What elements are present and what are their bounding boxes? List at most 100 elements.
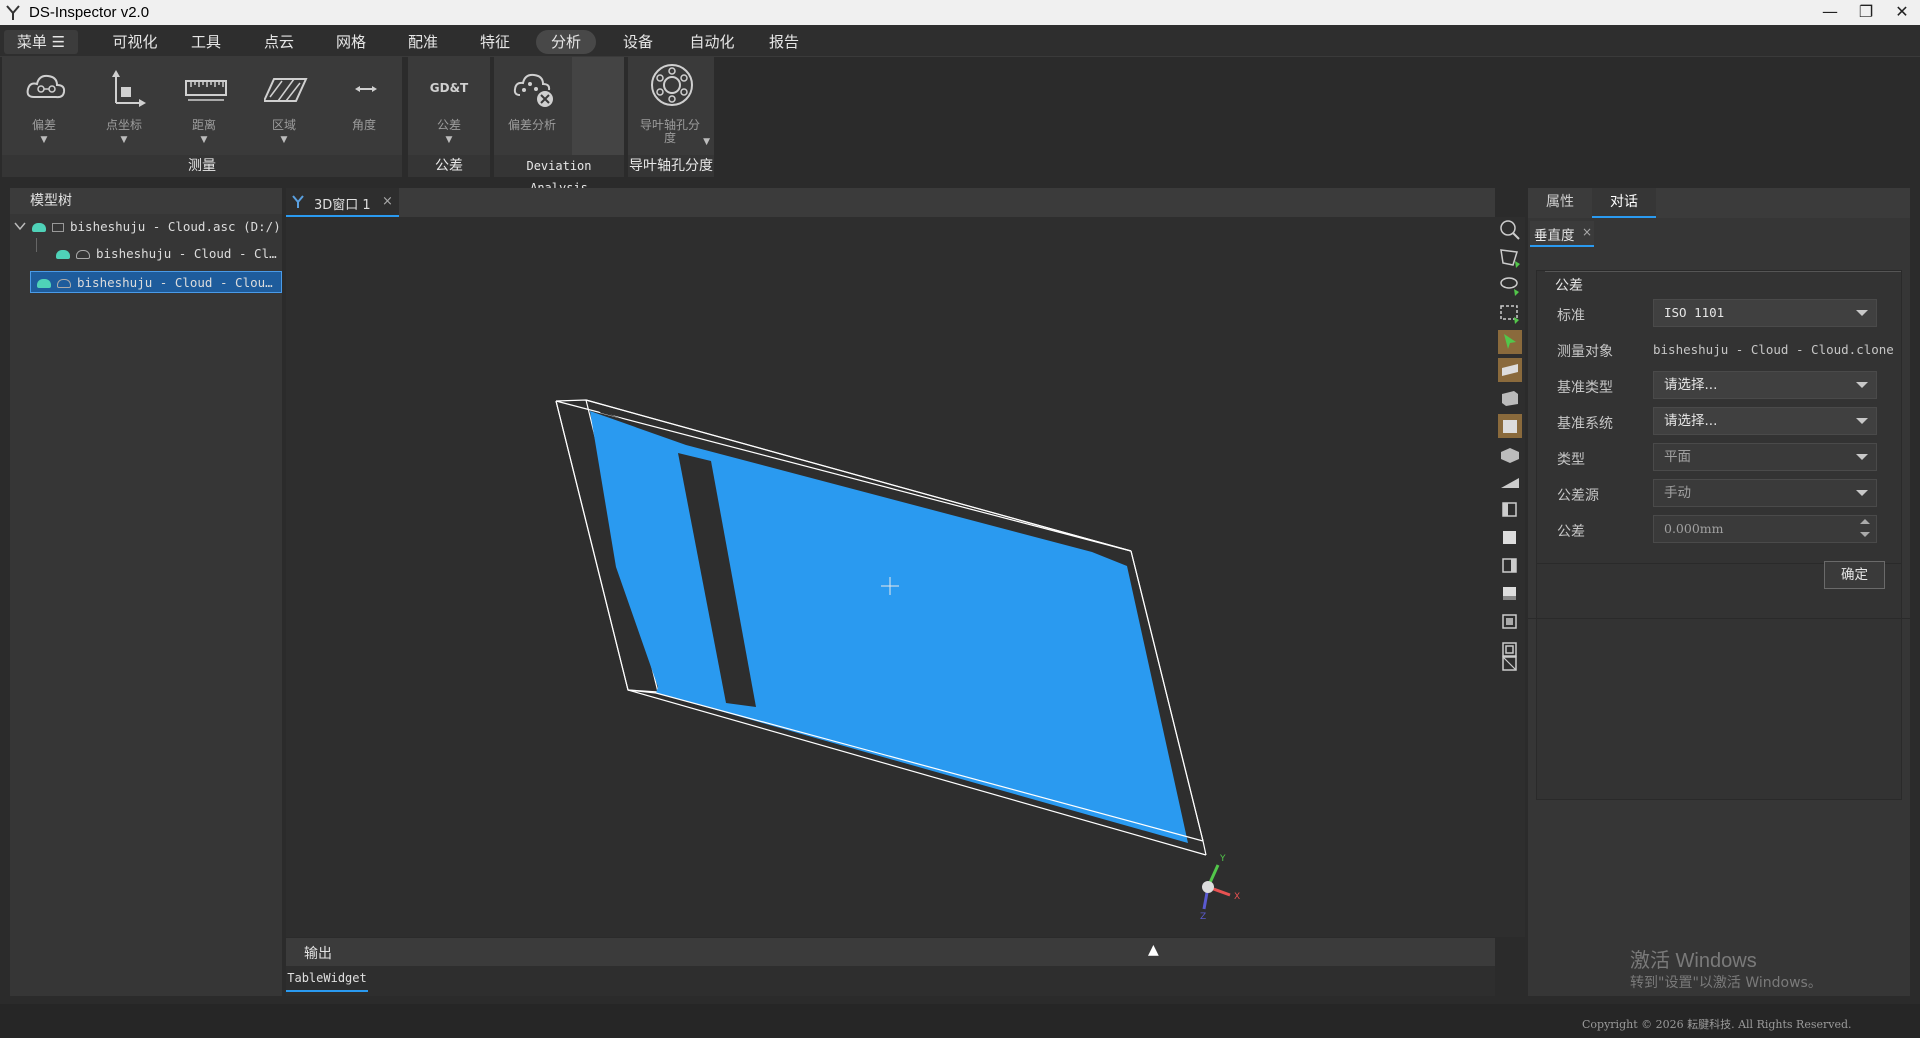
- menu-visualization[interactable]: 可视化: [105, 30, 165, 54]
- view-back-icon[interactable]: [1498, 554, 1522, 578]
- menu-registration[interactable]: 配准: [393, 30, 453, 54]
- ruler-icon: [185, 80, 227, 101]
- guide-vane-button[interactable]: 导叶轴孔分度 ▼: [632, 59, 710, 151]
- pointer-tool[interactable]: [1498, 330, 1522, 354]
- chevron-down-icon: [1856, 382, 1868, 388]
- view-wire-icon[interactable]: [1498, 610, 1522, 634]
- visibility-cloud-icon[interactable]: [32, 223, 46, 232]
- tree-item-child-2[interactable]: bisheshuju - Cloud - Clou…: [30, 271, 282, 293]
- tolerance-spinbox[interactable]: 0.000mm: [1653, 515, 1877, 543]
- tolerance-source-combo[interactable]: 手动: [1653, 479, 1877, 507]
- zoom-icon[interactable]: [1498, 218, 1522, 242]
- area-icon: [264, 78, 308, 102]
- ribbon-group-guide-vane: 导叶轴孔分度 ▼ 导叶轴孔分度: [628, 57, 714, 177]
- axis-gizmo[interactable]: Y X Z: [1200, 854, 1240, 922]
- distance-button[interactable]: 距离 ▼: [166, 59, 242, 151]
- tab-properties[interactable]: 属性: [1528, 188, 1592, 218]
- standard-combo[interactable]: ISO 1101: [1653, 299, 1877, 327]
- expand-up-icon[interactable]: ▲: [1148, 942, 1159, 958]
- view-iso-icon[interactable]: [1498, 442, 1522, 466]
- restore-button[interactable]: ❐: [1848, 0, 1884, 25]
- type-combo[interactable]: 平面: [1653, 443, 1877, 471]
- 3d-viewport[interactable]: Y X Z: [286, 217, 1495, 937]
- tree-item-label: bisheshuju - Cloud - Clou…: [77, 275, 273, 290]
- menu-automation[interactable]: 自动化: [680, 30, 744, 54]
- tab-dialog[interactable]: 对话: [1592, 188, 1656, 218]
- subtab-close-icon[interactable]: ×: [1582, 225, 1592, 239]
- view-left-icon[interactable]: [1498, 498, 1522, 522]
- view-front-tool[interactable]: [1498, 358, 1522, 382]
- chevron-down-icon: [1856, 490, 1868, 496]
- axis-z-label: Z: [1200, 912, 1206, 922]
- datum-system-combo[interactable]: 请选择...: [1653, 407, 1877, 435]
- tab-3d-window[interactable]: 3D窗口 1 ×: [286, 188, 399, 217]
- point-cloud-canvas[interactable]: Y X Z: [286, 217, 1495, 937]
- area-button[interactable]: 区域 ▼: [246, 59, 322, 151]
- polygon-select-icon[interactable]: [1498, 246, 1522, 270]
- deviation-analysis-button[interactable]: 偏差分析: [494, 59, 570, 151]
- model-tree-title: 模型树: [10, 188, 282, 214]
- menu-point-cloud[interactable]: 点云: [249, 30, 309, 54]
- type-value: 平面: [1664, 449, 1691, 465]
- deviation-analysis-icon: [513, 73, 553, 107]
- title-bar: DS-Inspector v2.0 — ❐ ✕: [0, 0, 1920, 25]
- tree-item-root[interactable]: bisheshuju - Cloud.asc (D:/): [32, 216, 282, 238]
- tab-tablewidget[interactable]: TableWidget: [286, 968, 368, 992]
- chevron-down-icon: [1856, 310, 1868, 316]
- menu-features[interactable]: 特征: [465, 30, 525, 54]
- datum-system-value: 请选择...: [1664, 413, 1718, 429]
- gdt-icon: GD&T: [429, 81, 469, 95]
- view-right-icon[interactable]: [1498, 526, 1522, 550]
- section-divider: [1545, 271, 1901, 272]
- visibility-cloud-icon[interactable]: [56, 250, 70, 259]
- right-dock-panel: 属性 对话 垂直度 × 公差 标准 ISO 1101 测量对象 bisheshu…: [1528, 188, 1910, 996]
- view-extra-icon[interactable]: [1498, 652, 1522, 676]
- menu-mesh[interactable]: 网格: [321, 30, 381, 54]
- view-slant-icon[interactable]: [1498, 470, 1522, 494]
- chevron-down-icon: ▼: [40, 135, 48, 145]
- datum-type-value: 请选择...: [1664, 377, 1718, 393]
- angle-button[interactable]: 角度: [326, 59, 402, 151]
- close-button[interactable]: ✕: [1884, 0, 1920, 25]
- confirm-button[interactable]: 确定: [1824, 561, 1885, 589]
- view-top-tool[interactable]: [1498, 414, 1522, 438]
- app-logo-icon: [6, 5, 20, 20]
- point-coordinate-button[interactable]: 点坐标 ▼: [86, 59, 162, 151]
- visibility-cloud-icon[interactable]: [37, 279, 51, 288]
- tab-perpendicularity[interactable]: 垂直度 ×: [1530, 221, 1594, 247]
- guide-vane-label: 导叶轴孔分度: [639, 118, 700, 145]
- spin-up-icon[interactable]: [1860, 519, 1870, 524]
- menu-main[interactable]: 菜单 ☰: [4, 30, 78, 54]
- point-coordinate-label: 点坐标: [105, 118, 142, 132]
- minimize-button[interactable]: —: [1812, 0, 1848, 25]
- chevron-down-icon: ▼: [200, 135, 208, 145]
- menu-analysis[interactable]: 分析: [536, 30, 596, 54]
- menu-devices[interactable]: 设备: [608, 30, 668, 54]
- view-bottom-icon[interactable]: [1498, 582, 1522, 606]
- spin-down-icon[interactable]: [1860, 532, 1870, 537]
- menu-report[interactable]: 报告: [754, 30, 814, 54]
- output-title: 输出: [304, 946, 332, 962]
- chevron-down-icon[interactable]: [14, 220, 26, 232]
- ribbon-toolbar: 偏差 ▼ 点坐标 ▼ 距离 ▼ 区域 ▼ 角度 测量 GD&T 公差 ▼ 公差 …: [0, 57, 1920, 195]
- rect-select-icon[interactable]: [1498, 302, 1522, 326]
- deviation-button[interactable]: 偏差 ▼: [6, 59, 82, 151]
- ribbon-spacer: [572, 57, 624, 155]
- chevron-down-icon: ▼: [280, 135, 288, 145]
- datum-type-label: 基准类型: [1557, 380, 1613, 396]
- menu-tools[interactable]: 工具: [176, 30, 236, 54]
- tab-close-icon[interactable]: ×: [382, 194, 393, 209]
- ribbon-group-label: 公差: [408, 155, 490, 177]
- panel-divider: [1528, 618, 1910, 619]
- ribbon-group-deviation-analysis: 偏差分析 Deviation Analysis: [494, 57, 624, 195]
- section-title: 公差: [1555, 278, 1583, 294]
- tree-item-label: bisheshuju - Cloud.asc (D:/): [70, 219, 281, 234]
- lasso-select-icon[interactable]: [1498, 274, 1522, 298]
- tolerance-value: 0.000mm: [1664, 521, 1724, 536]
- axis-x-label: X: [1234, 892, 1240, 902]
- datum-type-combo[interactable]: 请选择...: [1653, 371, 1877, 399]
- menu-bar: 菜单 ☰ 可视化 工具 点云 网格 配准 特征 分析 设备 自动化 报告: [0, 25, 1920, 57]
- view-cube-icon[interactable]: [1498, 386, 1522, 410]
- tolerance-button[interactable]: GD&T 公差 ▼: [411, 59, 487, 151]
- tree-item-child-1[interactable]: bisheshuju - Cloud - Cl…: [56, 243, 286, 265]
